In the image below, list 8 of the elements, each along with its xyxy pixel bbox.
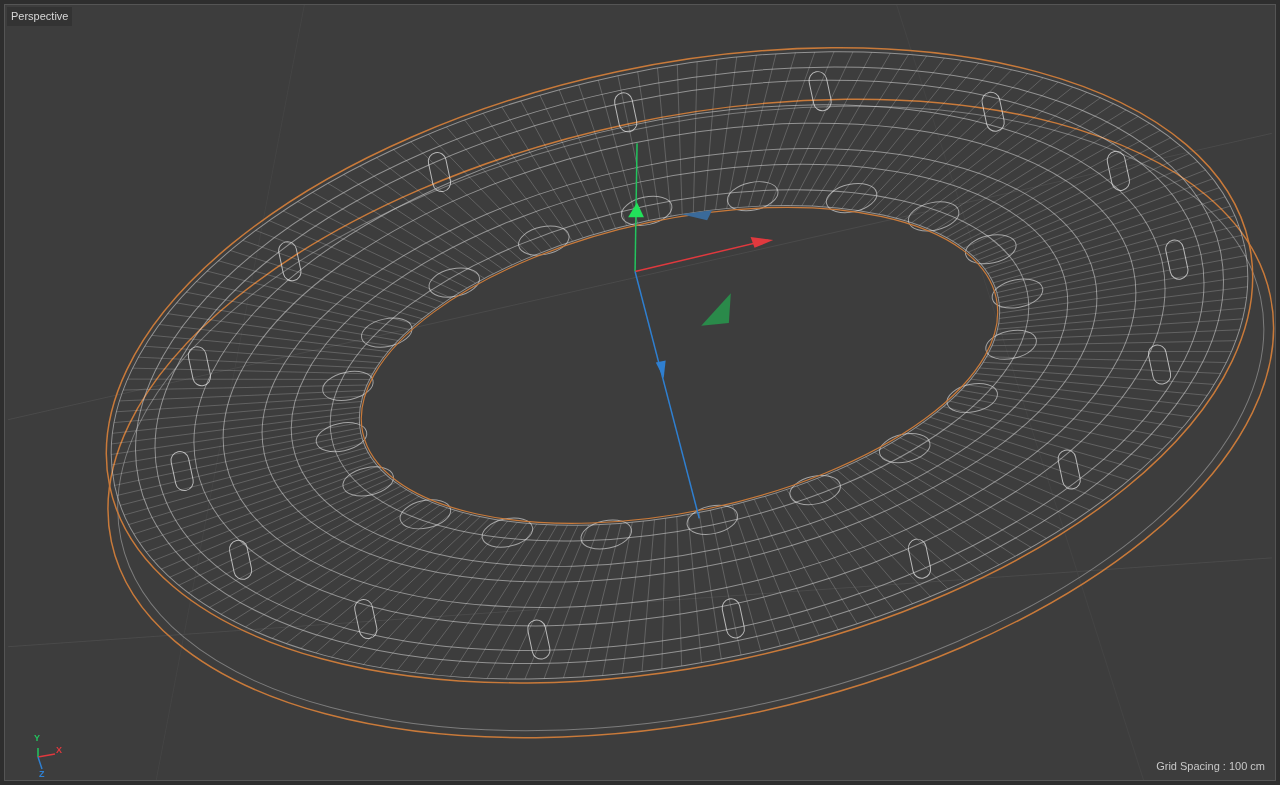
axis-label: Y	[34, 734, 40, 743]
axis-label: X	[56, 746, 62, 755]
move-gizmo-icon[interactable]	[628, 142, 774, 520]
axis-label: Z	[39, 770, 45, 779]
viewport-title[interactable]: Perspective	[7, 7, 73, 26]
grid-spacing-label: Grid Spacing : 100 cm	[1156, 758, 1265, 774]
viewport-canvas[interactable]: Perspective Y X Z Grid Spacing : 100 cm	[4, 4, 1276, 781]
axis-lines-icon	[37, 748, 57, 770]
